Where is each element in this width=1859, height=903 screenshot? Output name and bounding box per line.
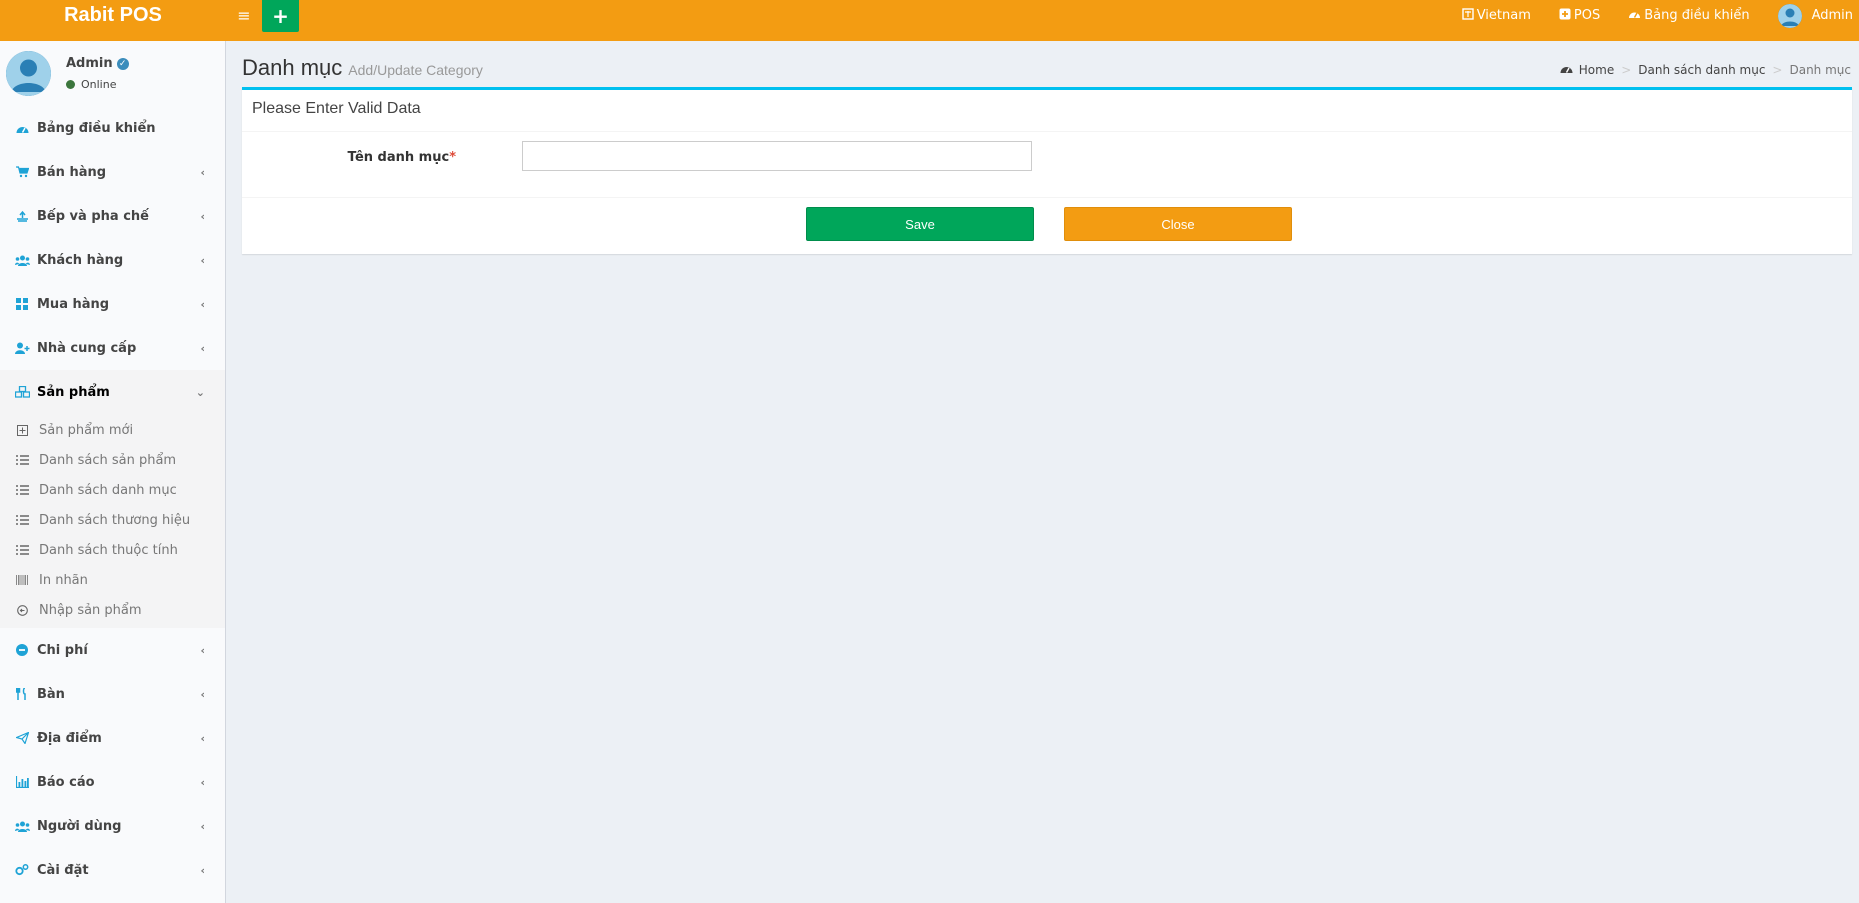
- form-row-category-name: Tên danh mục*: [242, 132, 1852, 198]
- user-name-label: Admin: [1811, 8, 1853, 23]
- chevron-left-icon: ‹: [200, 819, 205, 833]
- user-plus-icon: [14, 342, 30, 354]
- bar-chart-icon: [14, 776, 30, 788]
- language-link[interactable]: Vietnam: [1461, 8, 1531, 23]
- dashboard-icon: [14, 123, 30, 134]
- user-status: Online: [66, 78, 129, 91]
- list-icon: [15, 485, 29, 495]
- chevron-left-icon: ‹: [200, 863, 205, 877]
- pos-link[interactable]: POS: [1559, 8, 1600, 23]
- online-dot-icon: [66, 80, 75, 89]
- pos-label: POS: [1573, 8, 1601, 23]
- save-button[interactable]: Save: [806, 207, 1034, 241]
- close-button[interactable]: Close: [1064, 207, 1292, 241]
- submenu-product-list[interactable]: Danh sách sản phẩm: [0, 445, 225, 475]
- breadcrumb-current: Danh mục: [1789, 63, 1851, 77]
- dashboard-label: Bảng điều khiển: [1644, 8, 1750, 23]
- chevron-down-icon: ⌄: [195, 385, 205, 399]
- chevron-left-icon: ‹: [200, 687, 205, 701]
- sidebar-item-customers[interactable]: Khách hàng ‹: [0, 238, 225, 282]
- sidebar-item-suppliers[interactable]: Nhà cung cấp ‹: [0, 326, 225, 370]
- avatar: [1777, 3, 1802, 28]
- category-form-box: Please Enter Valid Data Tên danh mục* Sa…: [242, 87, 1852, 254]
- minus-circle-icon: [14, 644, 30, 656]
- box-title: Please Enter Valid Data: [242, 90, 1852, 132]
- products-submenu: Sản phẩm mới Danh sách sản phẩm Danh sác…: [0, 414, 225, 628]
- language-icon: [1461, 8, 1474, 23]
- users-icon: [14, 255, 30, 266]
- arrow-circle-left-icon: [15, 604, 29, 616]
- sidebar: Admin ✓ Online Bảng điều khiển Bán hàng …: [0, 41, 226, 903]
- form-actions: Save Close: [242, 198, 1852, 252]
- chevron-left-icon: ‹: [200, 209, 205, 223]
- plus-square-icon: [15, 424, 29, 436]
- sidebar-item-products[interactable]: Sản phẩm ⌄: [0, 370, 225, 414]
- chevron-left-icon: ‹: [200, 165, 205, 179]
- chevron-left-icon: ‹: [200, 297, 205, 311]
- list-icon: [15, 515, 29, 525]
- dashboard-icon: [1628, 8, 1641, 23]
- users-icon: [14, 821, 30, 832]
- list-icon: [15, 545, 29, 555]
- breadcrumb-category-list[interactable]: Danh sách danh mục: [1638, 63, 1765, 77]
- chevron-left-icon: ‹: [200, 643, 205, 657]
- chevron-left-icon: ‹: [200, 341, 205, 355]
- gears-icon: [14, 864, 30, 876]
- cart-icon: [14, 166, 30, 178]
- sidebar-item-expenses[interactable]: Chi phí ‹: [0, 628, 225, 672]
- page-title: Danh mục Add/Update Category: [242, 55, 483, 80]
- add-new-button[interactable]: +: [262, 0, 299, 32]
- sidebar-user-name: Admin ✓: [66, 56, 129, 71]
- breadcrumb: Home > Danh sách danh mục > Danh mục: [1560, 63, 1851, 77]
- verified-icon: ✓: [116, 57, 129, 70]
- sidebar-item-tables[interactable]: Bàn ‹: [0, 672, 225, 716]
- grid-icon: [14, 298, 30, 310]
- plus-square-icon: [1559, 8, 1571, 23]
- top-header: Rabit POS ≡ + Vietnam POS Bảng điều khiể…: [0, 0, 1859, 41]
- sidebar-item-kitchen[interactable]: Bếp và pha chế ‹: [0, 194, 225, 238]
- submenu-new-product[interactable]: Sản phẩm mới: [0, 415, 225, 445]
- submenu-category-list[interactable]: Danh sách danh mục: [0, 475, 225, 505]
- dashboard-icon: [1560, 63, 1573, 77]
- language-label: Vietnam: [1476, 8, 1531, 23]
- cubes-icon: [14, 386, 30, 398]
- sidebar-item-locations[interactable]: Địa điểm ‹: [0, 716, 225, 760]
- main-content: Danh mục Add/Update Category Home > Danh …: [226, 41, 1859, 903]
- chevron-left-icon: ‹: [200, 253, 205, 267]
- category-name-input[interactable]: [522, 141, 1032, 171]
- cutlery-icon: [14, 688, 30, 700]
- menu-toggle-icon[interactable]: ≡: [226, 0, 262, 41]
- sidebar-item-settings[interactable]: Cài đặt ‹: [0, 848, 225, 892]
- submenu-import-products[interactable]: Nhập sản phẩm: [0, 595, 225, 625]
- avatar: [6, 51, 51, 96]
- kitchen-icon: [14, 210, 30, 222]
- sidebar-item-purchases[interactable]: Mua hàng ‹: [0, 282, 225, 326]
- list-icon: [15, 455, 29, 465]
- submenu-print-labels[interactable]: In nhãn: [0, 565, 225, 595]
- brand-logo[interactable]: Rabit POS: [0, 0, 226, 41]
- user-panel: Admin ✓ Online: [0, 41, 225, 106]
- content-header: Danh mục Add/Update Category Home > Danh …: [226, 41, 1859, 88]
- category-name-label: Tên danh mục*: [347, 150, 456, 165]
- breadcrumb-home[interactable]: Home: [1579, 63, 1614, 77]
- submenu-brand-list[interactable]: Danh sách thương hiệu: [0, 505, 225, 535]
- chevron-left-icon: ‹: [200, 731, 205, 745]
- user-menu[interactable]: Admin: [1777, 3, 1853, 28]
- paper-plane-icon: [14, 732, 30, 744]
- top-nav: Vietnam POS Bảng điều khiển Admin: [1434, 0, 1859, 41]
- submenu-attribute-list[interactable]: Danh sách thuộc tính: [0, 535, 225, 565]
- sidebar-item-sales[interactable]: Bán hàng ‹: [0, 150, 225, 194]
- sidebar-item-reports[interactable]: Báo cáo ‹: [0, 760, 225, 804]
- chevron-left-icon: ‹: [200, 775, 205, 789]
- page-subtitle: Add/Update Category: [348, 62, 483, 78]
- sidebar-item-users[interactable]: Người dùng ‹: [0, 804, 225, 848]
- required-marker: *: [449, 150, 456, 165]
- dashboard-link[interactable]: Bảng điều khiển: [1628, 8, 1750, 23]
- sidebar-item-dashboard[interactable]: Bảng điều khiển: [0, 106, 225, 150]
- barcode-icon: [15, 575, 29, 585]
